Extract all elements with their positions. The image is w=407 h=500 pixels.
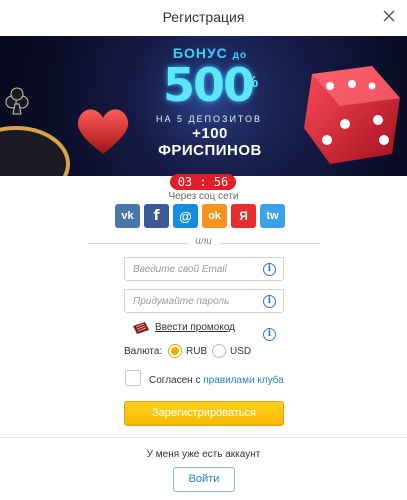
- bonus-banner: БОНУС до 500 % НА 5 ДЕПОЗИТОВ +100 ФРИСП…: [0, 36, 407, 176]
- email-info-icon[interactable]: i: [263, 263, 276, 276]
- odnoklassniki-icon[interactable]: ok: [202, 204, 227, 228]
- bonus-text: БОНУС до 500 % НА 5 ДЕПОЗИТОВ +100 ФРИСП…: [0, 36, 407, 176]
- promo-ticket-icon: [133, 322, 149, 334]
- facebook-icon[interactable]: f: [144, 204, 169, 228]
- social-label: Через соц сети: [168, 191, 239, 202]
- bonus-percent: %: [244, 74, 259, 91]
- have-account-text: У меня уже есть аккаунт: [146, 449, 261, 460]
- promo-info-icon[interactable]: i: [263, 328, 276, 341]
- mailru-icon[interactable]: @: [173, 204, 198, 228]
- rules-link[interactable]: правилами клуба: [203, 375, 284, 386]
- currency-radio-usd[interactable]: [212, 344, 226, 358]
- currency-label: Валюта:: [124, 346, 163, 357]
- bonus-deposits: НА 5 ДЕПОЗИТОВ: [155, 114, 263, 124]
- twitter-icon[interactable]: tw: [260, 204, 285, 228]
- register-button[interactable]: Зарегистрироваться: [124, 401, 284, 426]
- password-info-icon[interactable]: i: [263, 295, 276, 308]
- social-buttons: vk f @ ok Я tw: [115, 204, 285, 228]
- bonus-freespins: +100 ФРИСПИНОВ: [158, 125, 262, 159]
- currency-radio-rub[interactable]: [168, 344, 182, 358]
- currency-label-rub: RUB: [186, 346, 208, 357]
- footer-divider: [0, 437, 407, 438]
- email-field-wrapper: i: [124, 257, 284, 281]
- email-field[interactable]: [125, 258, 255, 280]
- login-button[interactable]: Войти: [173, 467, 235, 492]
- password-field[interactable]: [125, 290, 255, 312]
- promo-code-link[interactable]: Ввести промокод: [155, 322, 235, 333]
- modal-header: Регистрация: [0, 0, 407, 36]
- agree-prefix: Согласен с: [149, 375, 204, 386]
- agree-checkbox[interactable]: [125, 370, 141, 386]
- currency-label-usd: USD: [230, 346, 252, 357]
- close-icon[interactable]: [381, 8, 397, 24]
- password-field-wrapper: i: [124, 289, 284, 313]
- or-label: или: [195, 236, 212, 247]
- divider-right: [219, 243, 319, 244]
- yandex-icon[interactable]: Я: [231, 204, 256, 228]
- modal-title: Регистрация: [162, 9, 245, 25]
- vk-icon[interactable]: vk: [115, 204, 140, 228]
- agree-text: Согласен с правилами клуба: [149, 375, 284, 386]
- countdown-timer: 03 : 56: [170, 174, 236, 190]
